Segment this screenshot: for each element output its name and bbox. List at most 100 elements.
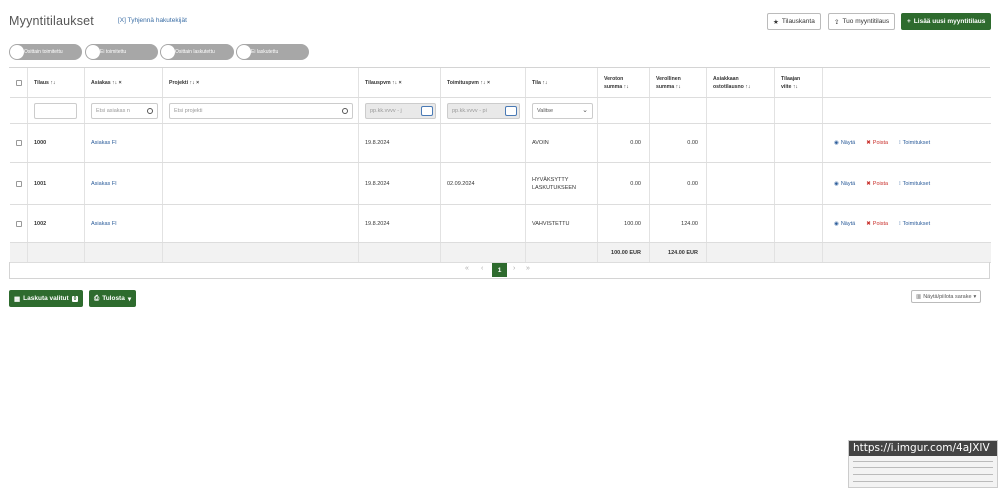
view-button[interactable]: ◉ Näytä xyxy=(834,140,855,146)
order-filter-input[interactable] xyxy=(34,103,77,119)
table-filter-row: Etsi asiakas n Etsi projekti pp.kk.vvvv … xyxy=(10,98,991,124)
delivery-date-filter-input[interactable]: pp.kk.vvvv - pi xyxy=(447,103,520,119)
customer-filter-input[interactable]: Etsi asiakas n xyxy=(91,103,158,119)
toggle-not-delivered[interactable]: Ei toimitettu xyxy=(85,44,158,60)
cell-order-date: 19.8.2024 xyxy=(359,205,441,242)
upload-icon: ⇪ xyxy=(834,18,840,26)
calendar-icon[interactable] xyxy=(421,106,433,116)
table-row[interactable]: 1002 Asiakas FI 19.8.2024 VAHVISTETTU 10… xyxy=(10,205,991,243)
cell-status: AVOIN xyxy=(526,124,598,162)
show-hide-columns-button[interactable]: ▥ Näytä/piilota sarake ▾ xyxy=(911,290,982,303)
cell-customer-order-no xyxy=(707,124,775,162)
col-project[interactable]: Projekti ↑↓ × xyxy=(163,68,359,97)
cell-delivery-date: 02.09.2024 xyxy=(441,163,526,204)
thumbnail-line xyxy=(853,467,993,468)
cell-customer-order-no xyxy=(707,163,775,204)
delete-button[interactable]: ✖ Poista xyxy=(866,140,888,146)
first-page-button[interactable]: « xyxy=(465,265,469,272)
row-checkbox[interactable] xyxy=(16,140,22,146)
page-button-current[interactable]: 1 xyxy=(492,263,507,277)
col-customer-order-no[interactable]: Asiakkaan ostotilausno ↑↓ xyxy=(707,68,775,97)
invoice-selected-label: Laskuta valitut xyxy=(23,295,69,302)
thumbnail-line xyxy=(853,461,993,462)
invoice-count-badge: 0 xyxy=(71,295,79,302)
invoice-selected-button[interactable]: ▦ Laskuta valitut 0 xyxy=(9,290,84,307)
col-delivery-date[interactable]: Toimituspvm ↑↓ × xyxy=(441,68,526,97)
col-status[interactable]: Tila ↑↓ xyxy=(526,68,598,97)
deliveries-button[interactable]: ⁞ Toimitukset xyxy=(899,221,930,227)
row-checkbox[interactable] xyxy=(16,220,22,227)
filter-cell-empty xyxy=(10,98,28,123)
project-filter-input[interactable]: Etsi projekti xyxy=(169,103,353,119)
toggle-not-invoiced[interactable]: Ei laskutettu xyxy=(236,44,309,60)
cell-gross-sum: 0.00 xyxy=(650,163,707,204)
calendar-icon[interactable] xyxy=(505,106,517,116)
row-checkbox[interactable] xyxy=(16,180,22,187)
filter-cell-empty xyxy=(598,98,650,123)
toggle-partially-delivered[interactable]: Osittain toimitettu xyxy=(9,44,82,60)
table-row[interactable]: 1001 Asiakas FI 19.8.2024 02.09.2024 HYV… xyxy=(10,163,991,205)
add-order-button[interactable]: + Lisää uusi myyntitilaus xyxy=(901,13,992,30)
header-select-cell xyxy=(10,68,28,97)
truck-icon: ⁞ xyxy=(899,140,901,146)
filter-cell-status: Valitse ⌄ xyxy=(526,98,598,123)
cell-buyer-ref xyxy=(775,124,823,162)
cell-actions: ◉ Näytä ✖ Poista ⁞ Toimitukset xyxy=(823,124,991,162)
row-select-cell xyxy=(10,124,28,162)
eye-icon: ◉ xyxy=(834,180,839,187)
truck-icon: ⁞ xyxy=(899,180,901,187)
order-date-filter-input[interactable]: pp.kk.vvvv - j xyxy=(365,103,436,119)
cell-customer-link[interactable]: Asiakas FI xyxy=(85,124,163,162)
cell-customer-link[interactable]: Asiakas FI xyxy=(85,163,163,204)
cell-delivery-date xyxy=(441,205,526,242)
status-filter-value: Valitse xyxy=(537,108,554,114)
table-header-row: Tilaus ↑↓ Asiakas ↑↓ × Projekti ↑↓ × Til… xyxy=(10,68,991,98)
import-order-button[interactable]: ⇪ Tuo myyntitilaus xyxy=(828,13,896,30)
view-button[interactable]: ◉ Näytä xyxy=(834,181,855,187)
toggle-knob xyxy=(161,45,175,59)
orders-table: Tilaus ↑↓ Asiakas ↑↓ × Projekti ↑↓ × Til… xyxy=(9,67,991,263)
toggle-partially-invoiced[interactable]: Osittain laskutettu xyxy=(160,44,234,60)
project-filter-placeholder: Etsi projekti xyxy=(174,108,203,114)
col-net-sum[interactable]: Veroton summa ↑↓ xyxy=(598,68,650,97)
toggle-knob xyxy=(86,45,100,59)
delete-button[interactable]: ✖ Poista xyxy=(866,221,888,227)
cell-project xyxy=(163,124,359,162)
filter-cell-delivery-date: pp.kk.vvvv - pi xyxy=(441,98,526,123)
print-button[interactable]: ⎙ Tulosta ▾ xyxy=(89,290,137,307)
caret-down-icon: ▾ xyxy=(127,295,132,303)
select-all-checkbox[interactable] xyxy=(16,79,22,86)
caret-down-icon: ▾ xyxy=(973,293,977,300)
col-actions xyxy=(823,68,991,97)
cell-order: 1002 xyxy=(28,205,85,242)
thumbnail-line xyxy=(853,481,993,482)
view-button[interactable]: ◉ Näytä xyxy=(834,221,855,227)
table-row[interactable]: 1000 Asiakas FI 19.8.2024 AVOIN 0.00 0.0… xyxy=(10,124,991,163)
next-page-button[interactable]: › xyxy=(513,265,515,272)
deliveries-label: Toimitukset xyxy=(902,140,931,146)
col-gross-sum[interactable]: Verollinen summa ↑↓ xyxy=(650,68,707,97)
col-buyer-ref[interactable]: Tilaajan viite ↑↓ xyxy=(775,68,823,97)
cell-customer-link[interactable]: Asiakas FI xyxy=(85,205,163,242)
status-filter-select[interactable]: Valitse ⌄ xyxy=(532,103,593,119)
deliveries-button[interactable]: ⁞ Toimitukset xyxy=(899,140,930,146)
delete-button[interactable]: ✖ Poista xyxy=(866,181,888,187)
last-page-button[interactable]: » xyxy=(526,265,530,272)
total-net-sum: 100.00 EUR xyxy=(598,243,650,262)
col-order-date[interactable]: Tilauspvm ↑↓ × xyxy=(359,68,441,97)
order-form-button[interactable]: ★ Tilauskanta xyxy=(767,13,821,30)
cell-project xyxy=(163,205,359,242)
col-customer[interactable]: Asiakas ↑↓ × xyxy=(85,68,163,97)
col-order[interactable]: Tilaus ↑↓ xyxy=(28,68,85,97)
deliveries-button[interactable]: ⁞ Toimitukset xyxy=(899,181,930,187)
delete-label: Poista xyxy=(872,220,889,227)
clear-filters-link[interactable]: [X] Tyhjennä hakutekijät xyxy=(118,17,187,24)
printer-icon: ⎙ xyxy=(94,294,100,302)
prev-page-button[interactable]: ‹ xyxy=(481,265,483,272)
filter-cell-empty xyxy=(775,98,823,123)
col-customer-order-no-line1: Asiakkaan xyxy=(713,75,739,82)
cell-buyer-ref xyxy=(775,163,823,204)
cell-gross-sum: 0.00 xyxy=(650,124,707,162)
totals-cell-empty xyxy=(28,243,85,262)
totals-cell-empty xyxy=(526,243,598,262)
